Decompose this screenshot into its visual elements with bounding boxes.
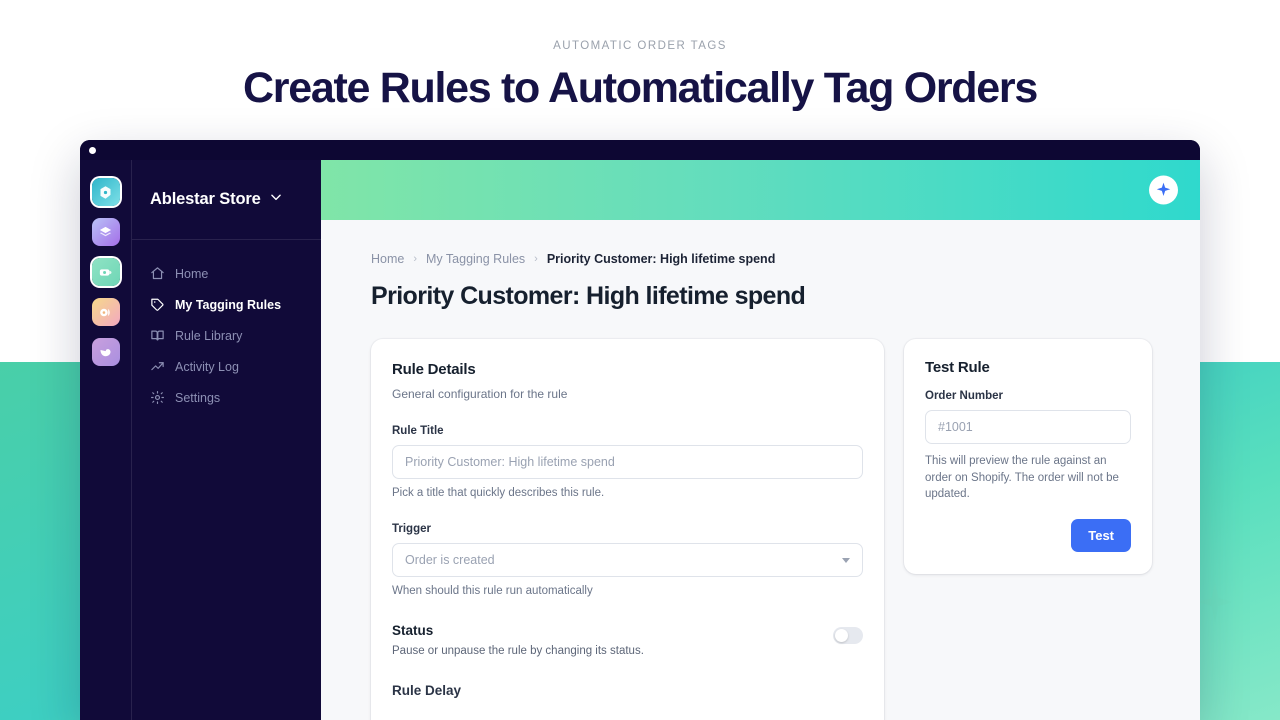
app-icon-swirl[interactable] — [91, 338, 120, 366]
status-toggle[interactable] — [833, 627, 863, 644]
breadcrumb: Home › My Tagging Rules › Priority Custo… — [371, 252, 1160, 266]
rule-title-label: Rule Title — [392, 425, 444, 437]
sidebar-nav: Home My Tagging Rules Rule Library Activ… — [132, 240, 321, 413]
order-number-input[interactable]: #1001 — [925, 410, 1131, 444]
app-icon-hexagon[interactable] — [91, 178, 120, 206]
rule-delay-label: Rule Delay — [392, 683, 462, 698]
order-number-label: Order Number — [925, 390, 1003, 402]
sidebar-item-activity-log[interactable]: Activity Log — [132, 351, 321, 382]
trigger-label: Trigger — [392, 523, 431, 535]
app-icon-layers[interactable] — [91, 218, 120, 246]
breadcrumb-item-current: Priority Customer: High lifetime spend — [546, 252, 776, 266]
app-window: Ablestar Store Home My Tagging Rules Rul… — [80, 140, 1200, 720]
trending-up-icon — [150, 359, 165, 374]
chevron-down-icon — [842, 557, 850, 563]
home-icon — [150, 266, 165, 281]
main-area: Home › My Tagging Rules › Priority Custo… — [321, 160, 1200, 720]
rule-title-input[interactable]: Priority Customer: High lifetime spend — [392, 445, 863, 479]
sidebar: Ablestar Store Home My Tagging Rules Rul… — [131, 160, 321, 720]
tag-icon — [150, 297, 165, 312]
store-switcher[interactable]: Ablestar Store — [132, 160, 321, 240]
app-banner — [321, 160, 1200, 220]
content-area: Home › My Tagging Rules › Priority Custo… — [321, 220, 1200, 720]
window-titlebar — [80, 140, 1200, 160]
sidebar-item-label: My Tagging Rules — [175, 297, 282, 312]
test-rule-help: This will preview the rule against an or… — [925, 455, 1119, 501]
eyebrow-text: AUTOMATIC ORDER TAGS — [553, 40, 727, 52]
rule-details-card: Rule Details General configuration for t… — [371, 339, 884, 720]
sparkle-icon[interactable] — [1149, 175, 1178, 205]
breadcrumb-item-my-tagging-rules[interactable]: My Tagging Rules — [426, 252, 525, 266]
test-rule-card: Test Rule Order Number #1001 This will p… — [904, 339, 1152, 575]
trigger-field: Trigger Order is created When should thi… — [392, 523, 863, 597]
rule-details-subtitle: General configuration for the rule — [392, 387, 568, 401]
sidebar-item-label: Settings — [175, 390, 221, 405]
sidebar-item-settings[interactable]: Settings — [132, 382, 321, 413]
sidebar-item-label: Home — [175, 266, 209, 281]
cards-row: Rule Details General configuration for t… — [371, 339, 1160, 720]
page-title: Priority Customer: High lifetime spend — [371, 282, 806, 310]
breadcrumb-item-home[interactable]: Home — [371, 252, 404, 266]
status-label: Status — [392, 623, 434, 638]
status-toggle-knob — [835, 629, 848, 642]
test-button-row: Test — [925, 519, 1131, 553]
app-icon-disc[interactable] — [91, 298, 120, 326]
trigger-help: When should this rule run automatically — [392, 585, 593, 597]
sidebar-item-label: Rule Library — [175, 328, 243, 343]
gear-icon — [150, 390, 165, 405]
breadcrumb-separator-icon: › — [413, 253, 418, 265]
order-number-input-text: #1001 — [938, 420, 973, 434]
rule-details-title: Rule Details — [392, 361, 476, 378]
rule-title-help: Pick a title that quickly describes this… — [392, 487, 605, 499]
trigger-select[interactable]: Order is created — [392, 543, 863, 577]
status-field: Status Pause or unpause the rule by chan… — [392, 623, 863, 657]
book-icon — [150, 328, 165, 343]
page-header: AUTOMATIC ORDER TAGS Create Rules to Aut… — [0, 0, 1280, 112]
page-root: AUTOMATIC ORDER TAGS Create Rules to Aut… — [0, 0, 1280, 720]
rule-title-input-text: Priority Customer: High lifetime spend — [405, 455, 615, 469]
window-body: Ablestar Store Home My Tagging Rules Rul… — [80, 160, 1200, 720]
sidebar-item-my-tagging-rules[interactable]: My Tagging Rules — [132, 289, 321, 320]
rule-title-field: Rule Title Priority Customer: High lifet… — [392, 425, 863, 499]
status-text-group: Status Pause or unpause the rule by chan… — [392, 623, 644, 657]
app-icon-rail — [80, 160, 131, 720]
status-help: Pause or unpause the rule by changing it… — [392, 645, 644, 657]
breadcrumb-separator-icon: › — [534, 253, 538, 265]
test-rule-title: Test Rule — [925, 359, 990, 376]
sidebar-item-home[interactable]: Home — [132, 258, 321, 289]
page-headline: Create Rules to Automatically Tag Orders — [243, 64, 1038, 112]
trigger-select-value: Order is created — [405, 553, 495, 567]
chevron-down-icon — [269, 190, 283, 209]
app-icon-tags[interactable] — [91, 258, 120, 286]
sidebar-item-label: Activity Log — [175, 359, 239, 374]
window-dot-icon — [89, 147, 96, 154]
store-name: Ablestar Store — [150, 190, 261, 208]
sidebar-item-rule-library[interactable]: Rule Library — [132, 320, 321, 351]
test-button[interactable]: Test — [1071, 519, 1131, 553]
